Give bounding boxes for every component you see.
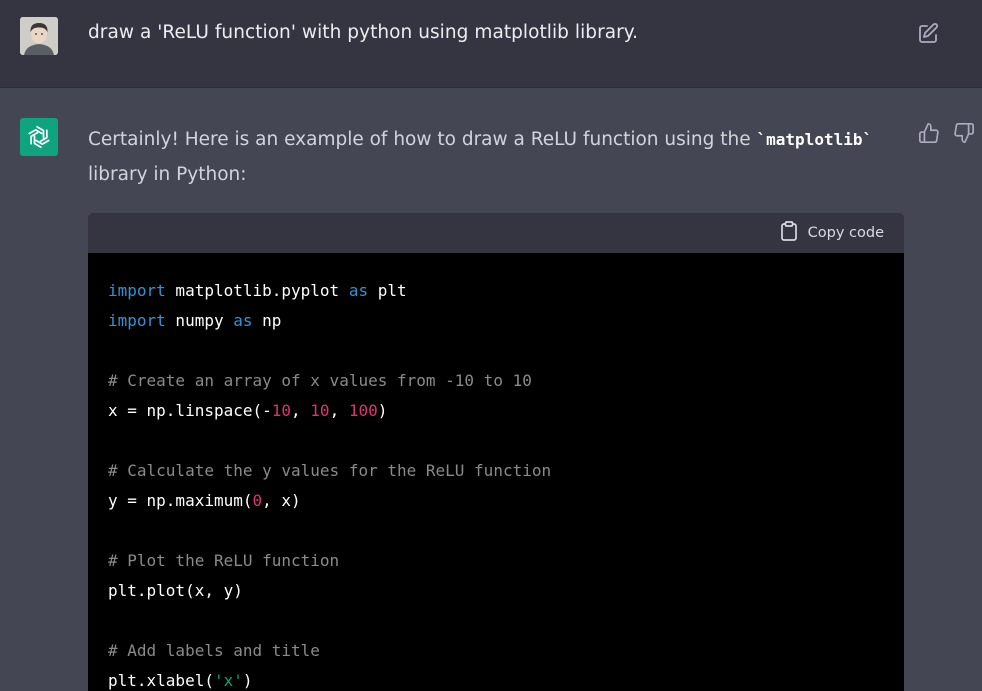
- code-line: import numpy as np: [108, 306, 904, 336]
- code-line: # Plot the ReLU function: [108, 546, 904, 576]
- code-token: import: [108, 281, 166, 300]
- code-line: x = np.linspace(-10, 10, 100): [108, 396, 904, 426]
- code-token: ,: [291, 401, 311, 420]
- inline-code: `matplotlib`: [756, 130, 873, 149]
- code-line: # Add labels and title: [108, 636, 904, 666]
- copy-code-label: Copy code: [807, 225, 884, 241]
- code-token: numpy: [165, 311, 234, 330]
- thumbs-down-icon[interactable]: [953, 122, 975, 144]
- code-token: # Create an array of x values from -10 t…: [108, 371, 532, 390]
- code-line: plt.plot(x, y): [108, 576, 904, 606]
- code-token: as: [233, 311, 253, 330]
- code-token: ): [242, 671, 253, 690]
- user-avatar: [20, 17, 58, 55]
- code-token: # Plot the ReLU function: [108, 551, 340, 570]
- code-block: Copy code import matplotlib.pyplot as pl…: [88, 213, 904, 691]
- code-token: x = np.linspace(-: [108, 401, 272, 420]
- code-line: plt.xlabel('x'): [108, 666, 904, 691]
- code-token: import: [108, 311, 166, 330]
- code-token: # Calculate the y values for the ReLU fu…: [108, 461, 552, 480]
- code-token: plt.plot(x, y): [108, 581, 243, 600]
- edit-icon[interactable]: [916, 22, 940, 46]
- code-content[interactable]: import matplotlib.pyplot as plt import nu…: [88, 253, 904, 691]
- thumbs-up-icon[interactable]: [918, 122, 940, 144]
- code-token: ,: [329, 401, 349, 420]
- code-line: # Calculate the y values for the ReLU fu…: [108, 456, 904, 486]
- code-token: 'x': [213, 671, 243, 690]
- code-token: as: [348, 281, 369, 300]
- code-line: import matplotlib.pyplot as plt: [108, 276, 904, 306]
- code-token: 100: [348, 401, 378, 420]
- answer-text-part: Certainly! Here is an example of how to …: [88, 129, 757, 150]
- code-token: , x): [262, 491, 301, 510]
- openai-logo-icon: [20, 118, 58, 156]
- code-line: # Create an array of x values from -10 t…: [108, 366, 904, 396]
- code-token: plt.xlabel(: [108, 671, 214, 690]
- user-message-text: draw a 'ReLU function' with python using…: [88, 22, 639, 43]
- code-token: 10: [310, 401, 330, 420]
- code-token: y = np.maximum(: [108, 491, 253, 510]
- user-message-row: draw a 'ReLU function' with python using…: [0, 0, 982, 88]
- assistant-message-row: Certainly! Here is an example of how to …: [0, 88, 982, 691]
- code-block-header: Copy code: [88, 213, 904, 253]
- code-line: y = np.maximum(0, x): [108, 486, 904, 516]
- code-token: matplotlib.pyplot: [165, 281, 349, 300]
- assistant-answer-text: Certainly! Here is an example of how to …: [88, 122, 878, 192]
- code-token: plt: [368, 281, 407, 300]
- clipboard-icon: [780, 221, 798, 245]
- code-token: ): [377, 401, 388, 420]
- code-token: 0: [252, 491, 263, 510]
- code-token: 10: [271, 401, 292, 420]
- answer-text-part: library in Python:: [88, 164, 247, 185]
- copy-code-button[interactable]: Copy code: [780, 221, 884, 245]
- code-token: np: [252, 311, 282, 330]
- code-token: # Add labels and title: [108, 641, 320, 660]
